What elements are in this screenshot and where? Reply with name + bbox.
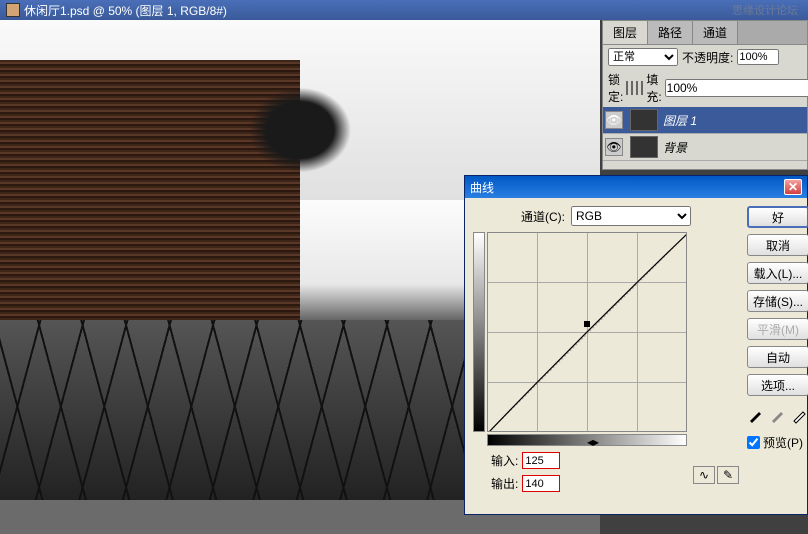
lock-row: 锁定: 填充:	[603, 69, 807, 107]
curve-point[interactable]	[584, 321, 590, 327]
curves-graph[interactable]	[487, 232, 687, 432]
visibility-icon[interactable]: 👁	[605, 138, 623, 156]
lock-transparency-icon[interactable]	[626, 81, 628, 95]
pencil-icon: ✎	[723, 468, 733, 482]
curve-point-icon: ∿	[699, 468, 709, 482]
layer-item[interactable]: 👁 背景	[603, 134, 807, 161]
channel-select[interactable]: RGB	[571, 206, 691, 226]
fill-label: 填充:	[646, 71, 661, 105]
input-gradient: ◂▸	[487, 434, 687, 446]
layer-thumbnail[interactable]	[630, 136, 658, 158]
output-label: 输出:	[491, 475, 518, 492]
lock-position-icon[interactable]	[636, 81, 638, 95]
preview-checkbox-row: 预览(P)	[747, 434, 808, 451]
layers-panel-tabs: 图层 路径 通道	[603, 21, 807, 45]
tab-layers[interactable]: 图层	[603, 21, 648, 44]
opacity-label: 不透明度:	[682, 49, 733, 66]
auto-button[interactable]: 自动	[747, 346, 808, 368]
tab-paths[interactable]: 路径	[648, 21, 693, 44]
tab-channels[interactable]: 通道	[693, 21, 738, 44]
ok-button[interactable]: 好	[747, 206, 808, 228]
eyedropper-gray-icon[interactable]	[769, 406, 787, 424]
output-gradient	[473, 232, 485, 432]
layers-panel: 图层 路径 通道 正常 不透明度: 锁定: 填充: 👁 图层 1 👁 背景	[602, 20, 808, 170]
fill-input[interactable]	[665, 79, 808, 97]
layer-item[interactable]: 👁 图层 1	[603, 107, 807, 134]
curves-title: 曲线	[470, 179, 494, 196]
channel-row: 通道(C): RGB	[473, 206, 739, 226]
layer-thumbnail[interactable]	[630, 109, 658, 131]
preview-label: 预览(P)	[763, 434, 803, 451]
smooth-button: 平滑(M)	[747, 318, 808, 340]
visibility-icon[interactable]: 👁	[605, 111, 623, 129]
lock-label: 锁定:	[608, 71, 623, 105]
layers-controls-row: 正常 不透明度:	[603, 45, 807, 69]
opacity-input[interactable]	[737, 49, 779, 65]
image-content	[240, 80, 360, 180]
options-button[interactable]: 选项...	[747, 374, 808, 396]
cancel-button[interactable]: 取消	[747, 234, 808, 256]
document-titlebar: 休闲厅1.psd @ 50% (图层 1, RGB/8#)	[0, 0, 808, 20]
input-label: 输入:	[491, 452, 518, 469]
curves-titlebar[interactable]: 曲线 ✕	[465, 176, 807, 198]
document-icon	[6, 3, 20, 17]
output-value-field[interactable]	[522, 475, 560, 492]
channel-label: 通道(C):	[521, 208, 565, 225]
load-button[interactable]: 载入(L)...	[747, 262, 808, 284]
input-value-field[interactable]	[522, 452, 560, 469]
save-button[interactable]: 存储(S)...	[747, 290, 808, 312]
close-button[interactable]: ✕	[784, 179, 802, 195]
curve-mode-point-button[interactable]: ∿	[693, 466, 715, 484]
layer-name[interactable]: 背景	[663, 139, 805, 156]
layer-name[interactable]: 图层 1	[663, 112, 805, 129]
curves-dialog: 曲线 ✕ 通道(C): RGB ◂▸	[464, 175, 808, 515]
eyedropper-black-icon[interactable]	[747, 406, 765, 424]
eyedropper-group	[747, 406, 808, 424]
lock-all-icon[interactable]	[641, 81, 643, 95]
lock-paint-icon[interactable]	[631, 81, 633, 95]
curve-line	[488, 233, 686, 431]
curve-mode-pencil-button[interactable]: ✎	[717, 466, 739, 484]
preview-checkbox[interactable]	[747, 436, 760, 449]
gradient-arrows-icon[interactable]: ◂▸	[587, 435, 607, 447]
eyedropper-white-icon[interactable]	[791, 406, 808, 424]
close-icon: ✕	[788, 180, 798, 194]
document-title: 休闲厅1.psd @ 50% (图层 1, RGB/8#)	[24, 2, 227, 19]
watermark-text: 思缘设计论坛	[732, 2, 798, 18]
blend-mode-select[interactable]: 正常	[608, 48, 678, 66]
